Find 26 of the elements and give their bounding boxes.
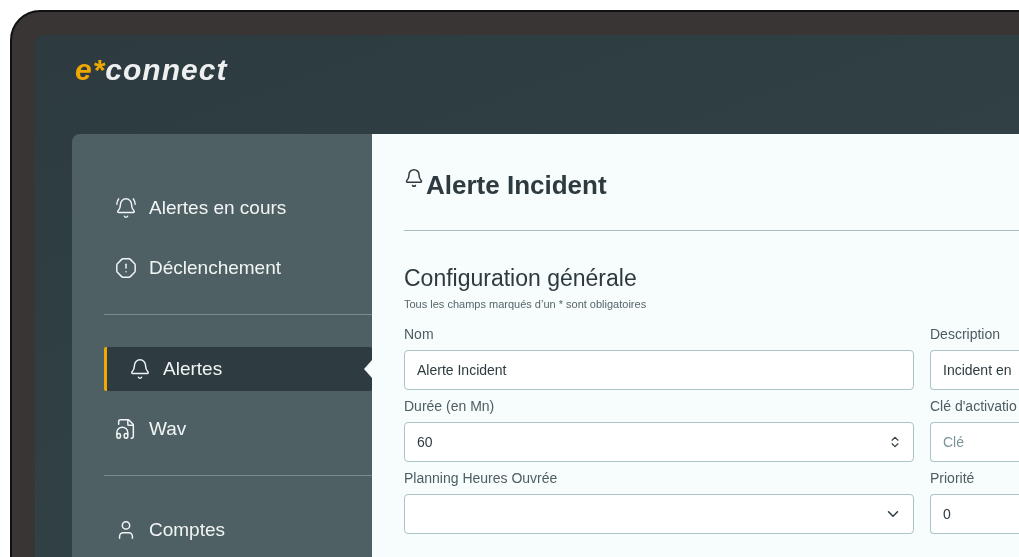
field-label: Clé d'activatio: [930, 398, 1018, 414]
field-label: Priorité: [930, 470, 976, 486]
field-label: Nom: [404, 326, 435, 342]
warning-icon: [115, 257, 137, 279]
select-field[interactable]: [404, 494, 914, 534]
sidebar-item[interactable]: Déclenchement: [104, 246, 372, 290]
field-label: Description: [930, 326, 1002, 342]
sidebar-item[interactable]: Comptes: [104, 508, 372, 552]
sidebar-item[interactable]: Wav: [104, 407, 372, 451]
sidebar-item[interactable]: Alertes en cours: [104, 186, 372, 230]
sidebar-item[interactable]: Alertes: [104, 347, 372, 391]
input-field[interactable]: Clé: [930, 422, 1019, 462]
input-field[interactable]: Incident en: [930, 350, 1019, 390]
page-title: Alerte Incident: [426, 169, 607, 202]
field-label: Planning Heures Ouvrée: [404, 470, 559, 486]
field-label: Durée (en Mn): [404, 398, 496, 414]
audio-file-icon: [115, 418, 137, 440]
input-field[interactable]: 0: [930, 494, 1019, 534]
input-field[interactable]: 60: [404, 422, 914, 462]
input-field[interactable]: Alerte Incident: [404, 350, 914, 390]
bell-icon: [129, 358, 151, 380]
required-note: Tous les champs marqués d’un * sont obligatoires: [404, 298, 648, 310]
bells-icon: [115, 197, 137, 219]
logo: e*connect: [75, 53, 228, 87]
bell-icon: [404, 168, 424, 188]
section-title: Configuration générale: [404, 265, 638, 292]
